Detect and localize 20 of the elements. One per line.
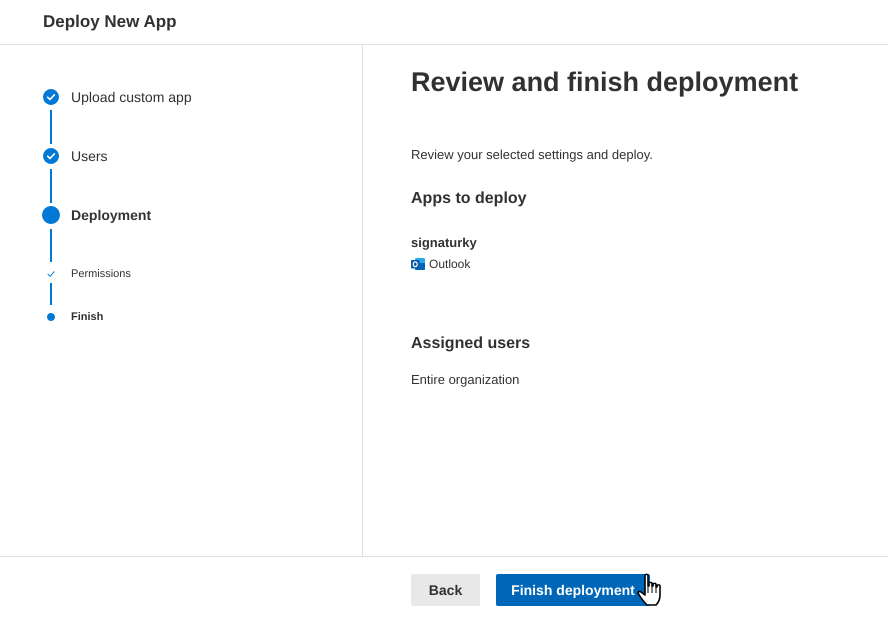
intro-text: Review your selected settings and deploy. xyxy=(411,146,653,164)
section-title: Apps to deploy xyxy=(411,189,527,209)
step-label: Permissions xyxy=(71,267,131,282)
section-title: Assigned users xyxy=(411,334,530,354)
step-label: Deployment xyxy=(71,207,152,223)
step-connector xyxy=(50,169,52,203)
step-connector xyxy=(50,110,52,144)
finish-button[interactable]: Finish deployment xyxy=(496,574,650,606)
host-app-label: Outlook xyxy=(429,256,470,272)
step-connector xyxy=(50,283,52,305)
app-name: signaturky xyxy=(411,234,477,252)
step-label: Users xyxy=(71,148,108,164)
window-title: Deploy New App xyxy=(43,12,176,32)
mail-app-icon xyxy=(411,257,425,271)
back-button[interactable]: Back xyxy=(411,574,480,606)
page-heading: Review and finish deployment xyxy=(411,66,798,99)
section-text: Entire organization xyxy=(411,371,520,389)
step-label: Finish xyxy=(71,310,104,325)
step-label: Upload custom app xyxy=(71,89,192,105)
step-connector xyxy=(50,229,52,262)
